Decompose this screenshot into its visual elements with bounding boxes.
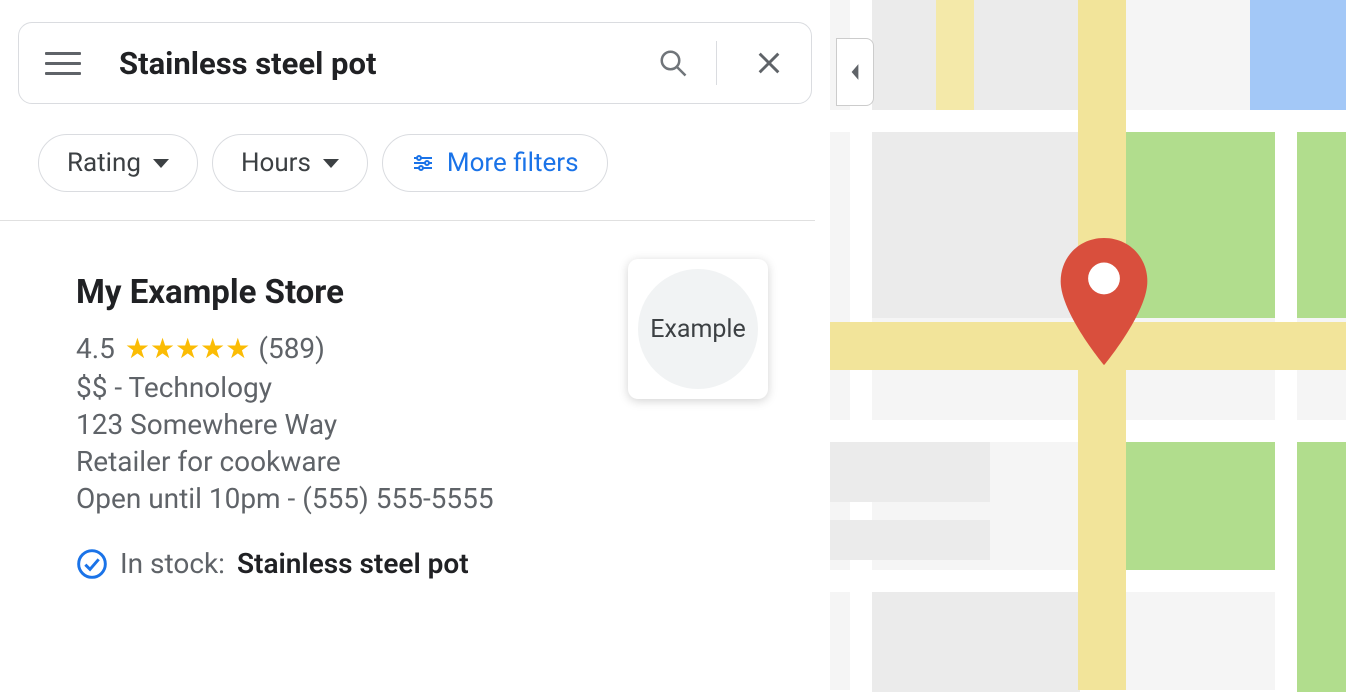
divider [716, 41, 717, 85]
search-bar: Stainless steel pot [18, 22, 812, 104]
close-icon[interactable] [755, 49, 783, 77]
filter-rating-label: Rating [67, 148, 141, 178]
address: 123 Somewhere Way [76, 408, 830, 441]
filter-hours[interactable]: Hours [212, 134, 368, 192]
results-panel: Stainless steel pot Rating Hours [0, 0, 830, 690]
more-filters-label: More filters [447, 148, 579, 178]
search-icon[interactable] [658, 48, 688, 78]
chevron-left-icon [849, 63, 861, 81]
map-pin-icon[interactable] [1060, 238, 1148, 368]
search-input[interactable]: Stainless steel pot [119, 45, 658, 82]
stars-icon: ★★★★★ [125, 332, 251, 365]
filter-rating[interactable]: Rating [38, 134, 198, 192]
result-card[interactable]: My Example Store 4.5 ★★★★★ (589) $$ - Te… [76, 273, 830, 580]
instock-row: In stock: Stainless steel pot [76, 547, 830, 580]
review-count: (589) [258, 332, 325, 365]
collapse-panel-button[interactable] [836, 38, 874, 106]
chevron-down-icon [153, 159, 169, 168]
chevron-down-icon [323, 159, 339, 168]
hours-phone: Open until 10pm - (555) 555-5555 [76, 482, 830, 515]
instock-label: In stock: [120, 547, 225, 580]
filter-chips: Rating Hours More filters [38, 134, 830, 192]
check-circle-icon [76, 548, 108, 580]
hamburger-menu-icon[interactable] [45, 45, 81, 81]
thumbnail-placeholder: Example [638, 269, 758, 389]
map[interactable] [830, 0, 1346, 690]
map-background [830, 0, 1346, 690]
result-thumbnail[interactable]: Example [628, 259, 768, 399]
more-filters-button[interactable]: More filters [382, 134, 608, 192]
sliders-icon [411, 151, 435, 175]
instock-product: Stainless steel pot [237, 547, 469, 580]
divider [0, 220, 815, 221]
description: Retailer for cookware [76, 445, 830, 478]
rating-value: 4.5 [76, 332, 115, 365]
filter-hours-label: Hours [241, 148, 311, 178]
